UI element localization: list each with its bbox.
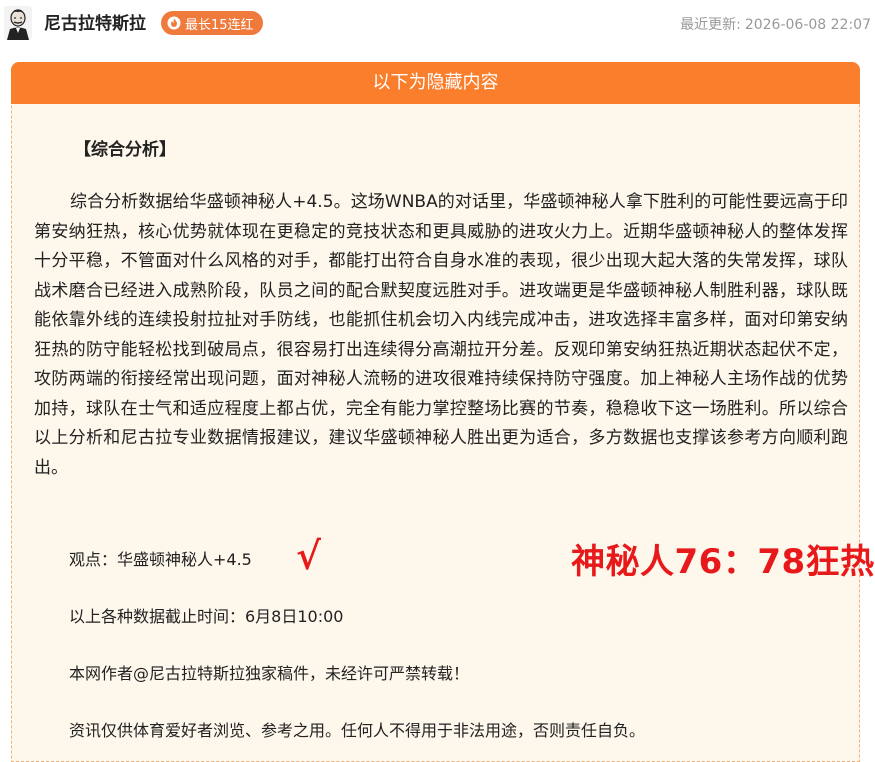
analysis-paragraph: 综合分析数据给华盛顿神秘人+4.5。这场WNBA的对话里，华盛顿神秘人拿下胜利的… — [34, 192, 848, 478]
opinion-line: 观点：华盛顿神秘人+4.5 — [69, 550, 252, 569]
hidden-content-card: 以下为隐藏内容 【综合分析】 综合分析数据给华盛顿神秘人+4.5。这场WNBA的… — [11, 62, 874, 762]
updated-label: 最近更新: — [680, 17, 741, 33]
check-mark: √ — [296, 533, 321, 578]
author-avatar[interactable] — [4, 6, 32, 40]
article-header: 尼古拉特斯拉 最长15连红 最近更新: 2026-06-08 22:07 — [0, 0, 875, 50]
section-title: 【综合分析】 — [74, 140, 176, 160]
data-cutoff-line: 以上各种数据截止时间：6月8日10:00 — [69, 607, 344, 626]
copyright-line: 本网作者@尼古拉特斯拉独家稿件，未经许可严禁转载！ — [69, 664, 470, 683]
streak-badge: 最长15连红 — [161, 11, 263, 35]
updated-time: 2026-06-08 22:07 — [744, 17, 871, 33]
last-updated: 最近更新: 2026-06-08 22:07 — [680, 14, 871, 34]
streak-badge-label: 最长15连红 — [185, 17, 254, 33]
disclaimer-line: 资讯仅供体育爱好者浏览、参考之用。任何人不得用于非法用途，否则责任自负。 — [69, 721, 646, 740]
author-name[interactable]: 尼古拉特斯拉 — [44, 12, 146, 36]
hidden-content-banner: 以下为隐藏内容 — [11, 62, 860, 104]
result-score: 神秘人76：78狂热 — [571, 542, 875, 582]
flame-icon — [167, 16, 181, 30]
